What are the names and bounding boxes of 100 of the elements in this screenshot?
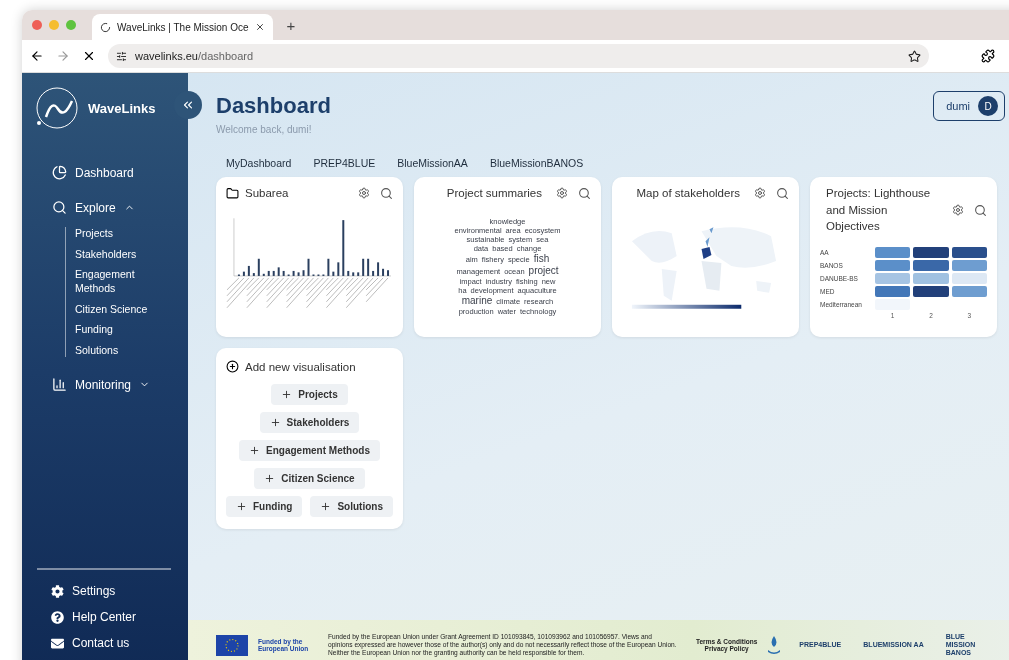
bar (337, 262, 340, 277)
nav-subitem[interactable]: Engagement Methods (75, 268, 165, 296)
bar (332, 271, 335, 277)
card-title: Map of stakeholders (636, 186, 740, 201)
bar (247, 266, 250, 277)
mail-icon (51, 636, 64, 650)
nav-item[interactable]: Dashboard (52, 165, 188, 180)
back-icon[interactable] (30, 49, 44, 63)
nav-subitem[interactable]: Stakeholders (75, 247, 165, 262)
gear-icon (754, 186, 766, 199)
bar (302, 270, 305, 277)
plus-icon (269, 417, 281, 428)
star-icon[interactable] (908, 49, 921, 63)
bar (357, 272, 360, 277)
card-title: Projects: Lighthouse and Mission Objectives (826, 186, 932, 235)
gear-icon (952, 203, 964, 216)
bar (297, 272, 300, 277)
plus-icon (249, 445, 261, 456)
bar (312, 274, 315, 277)
plus-icon (236, 501, 247, 512)
nav-item[interactable]: Explore (52, 200, 188, 215)
plus-icon (320, 501, 332, 512)
bar (342, 220, 345, 277)
bar (242, 271, 245, 277)
add-option-button[interactable]: Stakeholders (259, 412, 360, 433)
dashboard-tab[interactable]: MyDashboard (226, 157, 292, 169)
bar (372, 271, 375, 277)
eu-flag-icon (216, 634, 248, 656)
settings-icon (51, 584, 64, 598)
extensions-icon[interactable] (981, 49, 995, 63)
search-icon (776, 186, 789, 200)
dashboard-tab[interactable]: BlueMissionAA (397, 157, 468, 169)
bar-chart-icon (52, 377, 67, 393)
dashboard-tab[interactable]: PREP4BLUE (313, 157, 376, 169)
bar (377, 262, 380, 277)
water-drop-icon (767, 635, 782, 655)
welcome-text: Welcome back, dumi! (216, 124, 313, 135)
nav-subitem[interactable]: Citizen Science (75, 302, 165, 317)
new-tab-button[interactable]: + (280, 16, 302, 34)
sidebar-link[interactable]: Settings (51, 584, 171, 598)
nav-subitem[interactable]: Funding (75, 323, 165, 337)
bar (282, 271, 285, 277)
bar (262, 274, 265, 277)
sidebar-link[interactable]: Help Center (51, 610, 171, 624)
user-button[interactable]: dumi D (933, 91, 1005, 121)
add-option-button[interactable]: Projects (271, 384, 348, 405)
search-icon (578, 186, 591, 200)
browser-tab[interactable]: WaveLinks | The Mission Oce (92, 14, 273, 40)
add-option-button[interactable]: Citizen Science (254, 468, 365, 489)
search-button[interactable] (776, 186, 789, 200)
word-cloud-word: marine (461, 294, 493, 307)
search-button[interactable] (578, 186, 591, 200)
bar (347, 271, 350, 277)
dashboard-tab[interactable]: BlueMissionBANOS (489, 157, 584, 169)
search-button[interactable] (974, 203, 987, 217)
bar (252, 273, 255, 277)
address-bar[interactable]: wavelinks.eu/dashboard (108, 44, 929, 68)
folder-icon (226, 186, 239, 200)
bar (322, 274, 325, 277)
nav-subitem[interactable]: Solutions (75, 343, 165, 358)
spinner-icon (100, 21, 111, 33)
add-option-button[interactable]: Funding (226, 496, 303, 517)
sidebar-link[interactable]: Contact us (51, 636, 171, 650)
bar (272, 271, 275, 277)
bar (277, 267, 280, 277)
forward-icon[interactable] (56, 49, 70, 63)
brand-name: WaveLinks (88, 100, 156, 116)
bar (367, 259, 370, 277)
search-button[interactable] (380, 186, 393, 200)
settings-button[interactable] (754, 186, 766, 200)
plus-icon (281, 389, 293, 400)
add-option-button[interactable]: Solutions (310, 496, 393, 517)
settings-button[interactable] (952, 203, 964, 217)
add-option-button[interactable]: Engagement Methods (239, 440, 380, 461)
word-cloud-word: fish (533, 252, 550, 265)
bar (257, 259, 260, 277)
bar (292, 271, 295, 277)
gear-icon (358, 186, 370, 199)
page-title: Dashboard (216, 93, 331, 119)
settings-button[interactable] (556, 186, 568, 200)
close-icon[interactable] (254, 22, 265, 32)
bar (362, 259, 365, 277)
user-avatar: D (978, 96, 998, 116)
nav-subitem[interactable]: Projects (75, 227, 165, 241)
plus-icon (264, 473, 276, 484)
card-title: Project summaries (446, 186, 542, 201)
chevrons-left-icon (181, 98, 195, 112)
bar (237, 274, 240, 277)
wave-logo-icon (34, 85, 80, 131)
word-cloud-word: project (528, 264, 559, 277)
site-info-icon (116, 50, 127, 62)
search-icon (974, 203, 987, 217)
search-icon (52, 200, 67, 215)
search-icon (380, 186, 393, 200)
bar (307, 259, 310, 277)
settings-button[interactable] (358, 186, 370, 200)
stop-icon[interactable] (82, 49, 96, 63)
gear-icon (556, 186, 568, 199)
plus-circle-icon (226, 360, 239, 373)
nav-item[interactable]: Monitoring (52, 377, 188, 393)
